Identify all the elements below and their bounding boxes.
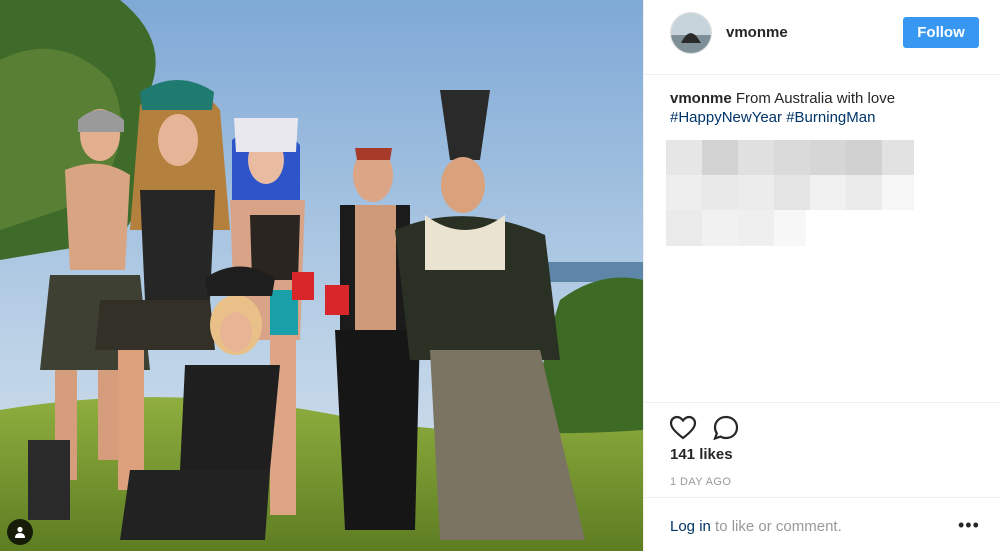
- hashtag-happynewyear[interactable]: #HappyNewYear: [670, 109, 782, 126]
- caption: vmonme From Australia with love #HappyNe…: [670, 89, 970, 127]
- person-tag-icon: [15, 526, 25, 538]
- instagram-post: vmonme Follow vmonme From Australia with…: [0, 0, 1000, 551]
- comment-bubble-icon[interactable]: [711, 413, 741, 443]
- post-photo[interactable]: [0, 0, 643, 551]
- tag-people-button[interactable]: [7, 519, 33, 545]
- heart-icon[interactable]: [668, 413, 698, 443]
- comment-footer: Log in to like or comment. •••: [644, 497, 1000, 552]
- like-count[interactable]: 141 likes: [670, 446, 733, 463]
- post-header: vmonme Follow: [644, 0, 1000, 75]
- login-prompt: Log in to like or comment.: [670, 518, 842, 535]
- caption-username[interactable]: vmonme: [670, 90, 732, 107]
- avatar-image: [671, 13, 711, 53]
- hashtag-burningman[interactable]: #BurningMan: [786, 109, 875, 126]
- more-options-icon[interactable]: •••: [958, 516, 980, 534]
- post-photo-image: [0, 0, 643, 551]
- post-timestamp: 1 DAY AGO: [670, 476, 732, 488]
- caption-text: From Australia with love: [731, 90, 896, 107]
- post-side-panel: vmonme Follow vmonme From Australia with…: [643, 0, 1000, 551]
- follow-button[interactable]: Follow: [903, 17, 979, 48]
- avatar[interactable]: [670, 12, 712, 54]
- login-link[interactable]: Log in: [670, 518, 711, 535]
- login-prompt-text: to like or comment.: [710, 518, 842, 535]
- username[interactable]: vmonme: [726, 24, 788, 41]
- blurred-comment-region: [666, 140, 914, 246]
- action-bar: [644, 402, 1000, 441]
